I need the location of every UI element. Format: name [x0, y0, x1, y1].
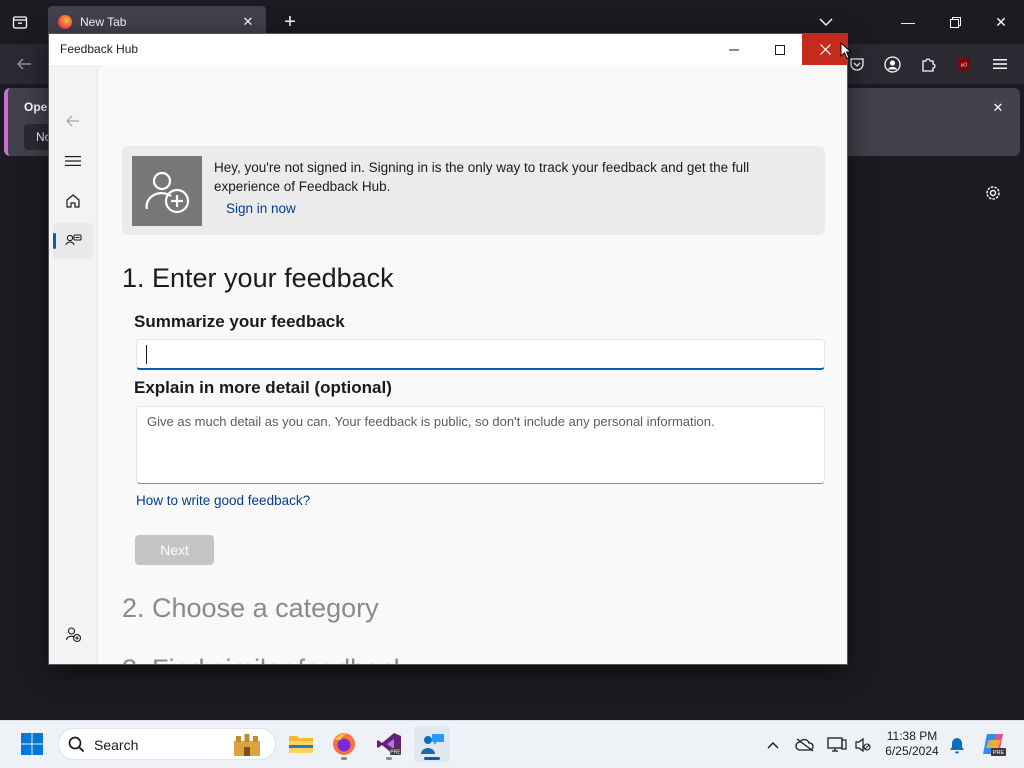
selection-indicator — [53, 233, 56, 249]
app-menu-button[interactable] — [988, 52, 1012, 76]
network-ethernet-icon — [827, 737, 847, 752]
speaker-muted-icon — [855, 737, 871, 753]
next-button[interactable]: Next — [135, 535, 214, 565]
taskbar-search[interactable]: Search — [58, 728, 276, 760]
active-indicator — [424, 757, 440, 760]
feedback-icon — [64, 233, 82, 245]
firefox-logo-icon — [58, 15, 72, 29]
minimize-button[interactable] — [711, 34, 757, 65]
arrow-left-icon — [16, 58, 31, 70]
step2-title[interactable]: 2. Choose a category — [122, 593, 379, 624]
account-button[interactable] — [880, 52, 904, 76]
windows-logo-icon — [21, 733, 43, 755]
list-all-tabs-button[interactable] — [816, 12, 836, 32]
signin-message: Hey, you're not signed in. Signing in is… — [214, 160, 750, 194]
bell-icon — [950, 737, 964, 753]
signin-link[interactable]: Sign in now — [226, 201, 296, 216]
home-icon — [66, 194, 80, 208]
maximize-icon — [775, 44, 785, 55]
navigation-rail — [49, 65, 97, 664]
browser-back-button[interactable] — [12, 52, 36, 76]
mouse-cursor-icon — [840, 42, 852, 60]
extensions-button[interactable] — [916, 52, 940, 76]
newtab-settings-button[interactable] — [982, 182, 1004, 204]
tab-close-icon[interactable]: ✕ — [240, 14, 256, 30]
running-indicator — [341, 757, 347, 760]
step1-title[interactable]: 1. Enter your feedback — [122, 263, 394, 294]
ublock-button[interactable]: uO — [952, 52, 976, 76]
browser-restore-button[interactable] — [940, 8, 970, 36]
show-hidden-icons-button[interactable] — [762, 734, 784, 756]
firefox-icon — [333, 733, 355, 755]
copilot-icon: PRE — [983, 734, 1006, 756]
signin-avatar — [132, 156, 202, 226]
restore-icon — [949, 16, 961, 28]
svg-text:PRE: PRE — [993, 750, 1005, 756]
gear-icon — [986, 186, 1000, 200]
text-caret — [146, 345, 147, 364]
clock-date: 6/25/2024 — [885, 744, 939, 758]
copilot-button[interactable]: PRE — [980, 731, 1006, 757]
summary-input[interactable] — [136, 339, 825, 370]
nav-feedback[interactable] — [53, 223, 93, 259]
nav-home[interactable] — [53, 183, 93, 219]
signin-banner: Hey, you're not signed in. Signing in is… — [122, 146, 825, 235]
svg-text:PRE: PRE — [390, 750, 401, 756]
feedback-content: Hey, you're not signed in. Signing in is… — [97, 65, 847, 664]
cloud-offline-icon — [795, 738, 814, 752]
close-icon — [819, 44, 831, 55]
back-button[interactable] — [53, 103, 93, 139]
svg-text:uO: uO — [961, 63, 968, 69]
detail-textarea[interactable] — [136, 406, 825, 484]
notifications-button[interactable] — [946, 734, 968, 756]
ublock-origin-icon: uO — [958, 57, 970, 72]
puzzle-icon — [922, 58, 936, 72]
feedback-hub-window: Feedback Hub Hey, you're not signed in. … — [48, 33, 848, 665]
summary-label: Summarize your feedback — [134, 312, 345, 331]
help-link[interactable]: How to write good feedback? — [136, 493, 310, 508]
feedback-hub-icon — [421, 734, 444, 754]
account-icon — [883, 55, 901, 73]
taskbar-clock[interactable]: 11:38 PM 6/25/2024 — [880, 729, 944, 759]
nav-add-account[interactable] — [53, 616, 93, 652]
firefox-view-icon — [12, 16, 28, 29]
chevron-down-icon — [819, 18, 833, 27]
step3-title[interactable]: 3. Find similar feedback — [122, 654, 407, 664]
back-arrow-icon — [66, 115, 79, 127]
add-user-icon — [145, 171, 190, 214]
search-highlight-icon — [234, 734, 260, 756]
browser-minimize-button[interactable]: — — [893, 8, 923, 36]
nav-settings[interactable] — [53, 656, 93, 664]
file-explorer-icon — [289, 736, 313, 753]
start-button[interactable] — [14, 726, 50, 762]
clock-time: 11:38 PM — [886, 729, 938, 743]
taskbar-file-explorer[interactable] — [283, 726, 319, 762]
search-icon — [68, 736, 85, 753]
new-tab-button[interactable]: + — [280, 12, 300, 32]
browser-tab-title: New Tab — [80, 15, 127, 29]
nav-menu-button[interactable] — [53, 143, 93, 179]
hamburger-menu-icon — [993, 59, 1007, 69]
feedback-hub-titlebar[interactable]: Feedback Hub — [49, 34, 847, 65]
maximize-button[interactable] — [757, 34, 803, 65]
notice-close-icon[interactable]: ✕ — [990, 100, 1006, 116]
app-title: Feedback Hub — [60, 42, 139, 56]
search-label: Search — [94, 737, 139, 753]
volume-button[interactable] — [852, 734, 874, 756]
add-account-icon — [65, 626, 81, 642]
hamburger-menu-icon — [65, 156, 81, 166]
detail-label: Explain in more detail (optional) — [134, 378, 392, 397]
minimize-icon — [729, 49, 739, 50]
taskbar-visual-studio[interactable]: PRE — [371, 726, 407, 762]
firefox-view-button[interactable] — [8, 10, 32, 34]
taskbar-firefox[interactable] — [326, 726, 362, 762]
taskbar-feedback-hub[interactable] — [414, 726, 450, 762]
visual-studio-icon: PRE — [377, 733, 401, 756]
chevron-up-icon — [767, 742, 779, 749]
onedrive-button[interactable] — [794, 734, 816, 756]
browser-close-button[interactable]: ✕ — [986, 8, 1016, 36]
running-indicator — [386, 757, 392, 760]
network-button[interactable] — [826, 734, 848, 756]
